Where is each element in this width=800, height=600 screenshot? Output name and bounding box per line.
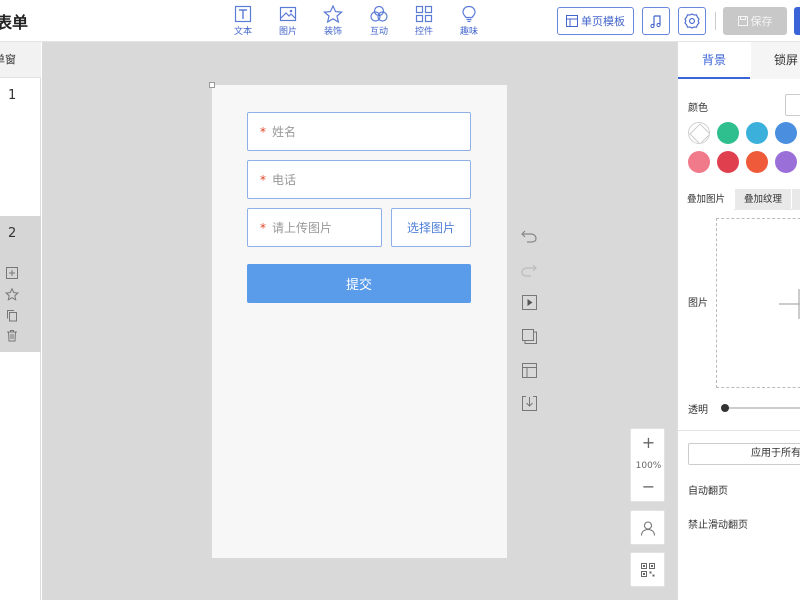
resize-handle[interactable] [209,82,215,88]
overlay-subtabs: 叠加图片 叠加纹理 渐 [678,189,800,210]
phone-placeholder: 电话 [272,173,297,187]
auto-flip-label: 自动翻页 [688,486,728,497]
save-icon [737,16,748,26]
tool-decor-label: 装饰 [323,27,342,37]
swatch-green[interactable] [717,122,739,144]
copy-page-icon[interactable] [5,308,19,322]
color-label: 颜色 [688,103,708,114]
image-icon [279,6,297,22]
required-mark: * [260,220,266,235]
tool-fun[interactable]: 趣味 [451,5,487,37]
save-label: 保存 [750,15,773,28]
publish-button[interactable] [794,7,800,35]
required-mark: * [260,124,266,139]
music-button[interactable] [642,7,670,35]
pick-image-button[interactable]: 选择图片 [391,208,471,247]
tool-text-label: 文本 [233,27,252,37]
tool-interact-label: 互动 [369,27,388,37]
bulb-icon [462,5,476,23]
gear-icon [684,13,700,29]
swatch-red[interactable] [717,151,739,173]
user-button[interactable] [630,510,665,545]
template-icon [566,15,578,27]
add-page-icon[interactable] [5,266,19,280]
template-label: 单页模板 [581,15,625,28]
opacity-slider-track[interactable] [724,407,800,409]
layout-icon[interactable] [520,361,538,379]
apply-to-all-button[interactable]: 应用于所有 [688,443,800,465]
app-title: 表单 [0,13,29,32]
phone-field[interactable]: * 电话 [247,160,471,199]
add-image-icon [779,289,800,319]
music-icon [650,15,661,28]
swatch-purple[interactable] [775,151,797,173]
properties-tabs: 背景 锁屏 [678,42,800,79]
section-divider [678,430,800,431]
tool-decor[interactable]: 装饰 [315,5,351,37]
page-list-header: 单窗 [0,42,41,78]
page-thumb-2-selected[interactable]: 2 [0,216,41,352]
save-button[interactable]: 保存 [723,7,787,35]
disable-slide-label: 禁止滑动翻页 [688,520,748,531]
properties-panel: 背景 锁屏 颜色 叠加图片 叠加纹理 渐 图片 透明 应用于所有 自动翻页 禁止… [677,42,800,600]
tool-image[interactable]: 图片 [270,5,306,37]
swatch-cyan[interactable] [746,122,768,144]
submit-button[interactable]: 提交 [247,264,471,303]
toolbar-divider [715,12,716,30]
qrcode-button[interactable] [630,552,665,587]
star-icon [323,5,343,23]
tool-widget-label: 控件 [414,27,433,37]
color-picker[interactable] [785,94,800,116]
opacity-label: 透明 [688,405,708,416]
phone-page[interactable] [212,85,507,558]
tool-widget[interactable]: 控件 [406,5,442,37]
image-drop-area[interactable] [716,218,800,388]
swatch-blue[interactable] [775,122,797,144]
user-icon [640,520,655,536]
subtab-overlay-image[interactable]: 叠加图片 [678,189,734,210]
delete-page-icon[interactable] [5,328,19,342]
tool-fun-label: 趣味 [459,27,478,37]
swatch-pink[interactable] [688,151,710,173]
preview-play-icon[interactable] [520,293,538,311]
favorite-page-icon[interactable] [5,287,19,301]
text-icon [234,5,252,23]
zoom-control: + 100% − [630,428,665,502]
tool-interact[interactable]: 互动 [361,5,397,37]
upload-placeholder: 请上传图片 [272,221,333,235]
qrcode-icon [640,562,655,577]
interact-icon [370,5,388,22]
page-2-number: 2 [8,226,17,241]
zoom-in-button[interactable]: + [631,433,666,452]
required-mark: * [260,172,266,187]
name-field[interactable]: * 姓名 [247,112,471,151]
redo-icon[interactable] [520,261,538,279]
import-icon[interactable] [520,394,538,412]
swatch-orange[interactable] [746,151,768,173]
name-placeholder: 姓名 [272,125,297,139]
page-thumb-1[interactable]: 1 [8,88,16,103]
zoom-level: 100% [635,461,662,471]
subtab-gradient[interactable]: 渐 [792,189,800,210]
image-label: 图片 [688,298,708,309]
swatch-none[interactable] [688,122,710,144]
tool-text[interactable]: 文本 [225,5,261,37]
page-list-panel: 单窗 1 2 [0,42,41,600]
subtab-overlay-texture[interactable]: 叠加纹理 [735,189,791,210]
tool-image-label: 图片 [278,27,297,37]
zoom-out-button[interactable]: − [631,477,666,496]
layers-icon[interactable] [520,327,538,345]
undo-icon[interactable] [520,227,538,245]
tab-lockscreen[interactable]: 锁屏 [751,42,800,79]
tab-background[interactable]: 背景 [678,42,750,79]
opacity-slider-handle[interactable] [721,404,729,412]
widget-icon [415,5,433,23]
upload-image-field[interactable]: * 请上传图片 [247,208,382,247]
single-page-template-button[interactable]: 单页模板 [557,7,634,35]
settings-button[interactable] [678,7,706,35]
top-toolbar: 表单 文本 图片 装饰 互动 控件 趣味 单页模板 保存 [0,0,800,42]
